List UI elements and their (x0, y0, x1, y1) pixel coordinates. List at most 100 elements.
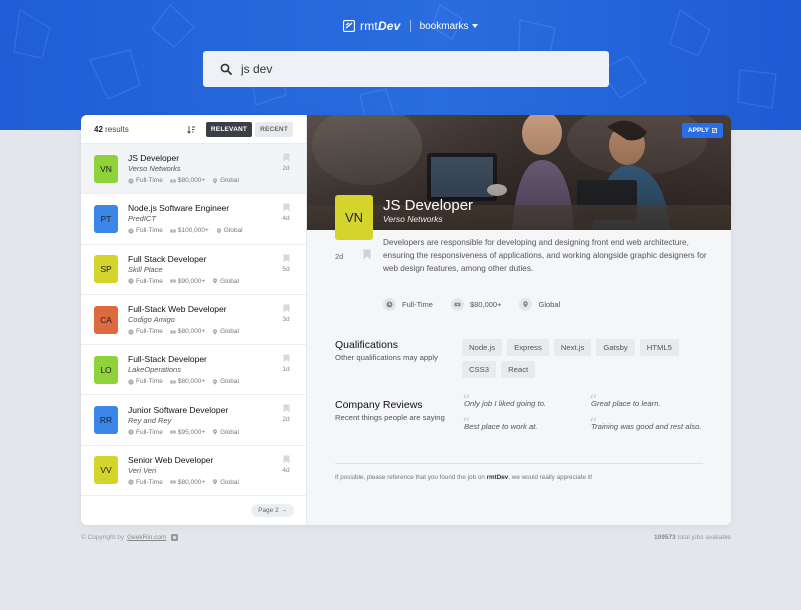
salary: $80,000+ (450, 298, 501, 311)
job-list-item[interactable]: PT Node.js Software Engineer PredICT Ful… (81, 194, 306, 245)
job-title: Full-Stack Web Developer (128, 304, 227, 315)
location-pin-icon (213, 429, 218, 435)
location-pin-icon (519, 298, 533, 311)
location: Global (220, 328, 239, 336)
employment-type: Full-Time (136, 478, 163, 486)
money-icon (170, 179, 176, 183)
job-meta: Full-Time $95,000+ Global (128, 429, 278, 436)
job-side: 4d (279, 455, 293, 474)
job-title: Full Stack Developer (128, 253, 207, 264)
search-icon (220, 63, 232, 75)
posted-age: 3d (282, 315, 290, 323)
posted-age: 2d (282, 165, 290, 172)
search-input[interactable] (241, 62, 581, 76)
salary: $80,000+ (177, 177, 206, 185)
reviews-subtitle: Recent things people are saying (335, 413, 445, 422)
company-name: Veri Veri (128, 465, 157, 475)
sort-recent-button[interactable]: RECENT (255, 121, 293, 137)
job-title: Junior Software Developer (128, 404, 229, 415)
review-text: Training was good and rest also. (591, 422, 702, 431)
job-side: 1d (279, 354, 293, 373)
bookmarks-button[interactable]: bookmarks (420, 21, 479, 32)
clock-icon (128, 479, 134, 486)
copyright-link[interactable]: GeekRio.com (127, 534, 166, 541)
apply-button[interactable]: APPLY (681, 123, 723, 138)
qualification-tag: React (501, 361, 536, 378)
next-page-button[interactable]: Page 2 → (251, 504, 294, 517)
brand-name[interactable]: rmtDev (360, 19, 401, 33)
salary: $80,000+ (177, 478, 206, 486)
job-list-item[interactable]: SP Full Stack Developer Skill Place Full… (81, 245, 306, 295)
employment-type: Full-Time (136, 277, 163, 285)
location: Global (220, 277, 239, 285)
job-description: Developers are responsible for developin… (383, 238, 707, 274)
money-icon (170, 380, 176, 384)
job-list-item[interactable]: VV Senior Web Developer Veri Veri Full-T… (81, 446, 306, 497)
clock-icon (128, 429, 134, 435)
bookmark-icon[interactable] (283, 203, 290, 212)
job-title: Senior Web Developer (128, 454, 214, 465)
main-container: 42 results RELEVANT RECENT VN JS Develop… (81, 115, 731, 525)
job-side: 2d (279, 404, 293, 423)
location: Global (223, 227, 243, 235)
search-bar (203, 51, 609, 87)
bookmark-icon[interactable] (283, 304, 290, 313)
location: Global (220, 428, 239, 436)
qualification-tag: Gatsby (596, 339, 635, 356)
job-meta: Full-Time $80,000+ Global (128, 328, 278, 335)
company-badge: CA (94, 305, 118, 334)
job-info: Senior Web Developer Veri Veri Full-Time… (128, 455, 278, 486)
company-badge: VV (94, 456, 118, 485)
location-pin-icon (213, 328, 218, 335)
job-title: Full-Stack Developer (128, 354, 207, 365)
posted-age: 1d (282, 366, 290, 374)
brand-logo-icon (343, 20, 355, 32)
sort-relevant-button[interactable]: RELEVANT (205, 121, 253, 137)
bookmark-icon[interactable] (283, 153, 290, 162)
posted-age: 4d (282, 215, 290, 223)
bookmark-icon[interactable] (283, 354, 290, 363)
bookmark-icon[interactable] (363, 249, 371, 260)
job-list-item[interactable]: RR Junior Software Developer Rey and Rey… (81, 395, 306, 446)
job-list-item[interactable]: VN JS Developer Verso Networks Full-Time… (81, 144, 306, 195)
review-text: Great place to learn. (591, 399, 661, 408)
bookmarks-label: bookmarks (419, 20, 469, 32)
money-icon (170, 330, 176, 334)
qualification-tag: Node.js (462, 339, 503, 356)
location-pin-icon (213, 379, 218, 385)
job-detail: APPLY VN JS Developer Verso Networks 2d … (307, 115, 731, 525)
sort-controls: RELEVANT RECENT (187, 121, 293, 137)
github-icon[interactable] (171, 534, 179, 541)
job-list-item[interactable]: LO Full-Stack Developer LakeOperations F… (81, 345, 306, 396)
clock-icon (128, 278, 134, 284)
job-meta: Full-Time $80,000+ Global (128, 378, 278, 385)
job-meta: Full-Time $80,000+ Global (128, 479, 278, 486)
job-list: VN JS Developer Verso Networks Full-Time… (81, 144, 306, 497)
reference-note: If possible, please reference that you f… (335, 474, 593, 481)
brand: rmtDev bookmarks (343, 18, 479, 34)
location: Global (220, 177, 239, 185)
location-pin-icon (213, 278, 218, 285)
company-badge: SP (94, 255, 118, 284)
employment-type: Full-Time (136, 428, 163, 436)
review-text: Only job I liked going to. (464, 399, 547, 408)
job-meta: Full-Time $100,000+ Global (128, 227, 278, 234)
job-meta: Full-Time $80,000+ Global (383, 298, 578, 311)
divider (335, 463, 703, 464)
company-badge: LO (94, 355, 118, 384)
job-title: JS Developer (383, 197, 474, 214)
salary: $90,000+ (177, 277, 206, 285)
sidebar-header: 42 results RELEVANT RECENT (81, 115, 306, 144)
location-pin-icon (213, 177, 218, 184)
bookmark-icon[interactable] (283, 455, 290, 464)
location: Global (519, 298, 560, 311)
brand-divider (409, 20, 411, 32)
qualifications-title: Qualifications (335, 339, 399, 351)
reviews-title: Company Reviews (335, 399, 423, 411)
employment-type: Full-Time (136, 177, 163, 185)
job-info: Junior Software Developer Rey and Rey Fu… (128, 405, 278, 436)
clock-icon (128, 178, 134, 184)
bookmark-icon[interactable] (283, 254, 290, 263)
bookmark-icon[interactable] (283, 404, 290, 413)
job-list-item[interactable]: CA Full-Stack Web Developer Codigo Amigo… (81, 295, 306, 346)
